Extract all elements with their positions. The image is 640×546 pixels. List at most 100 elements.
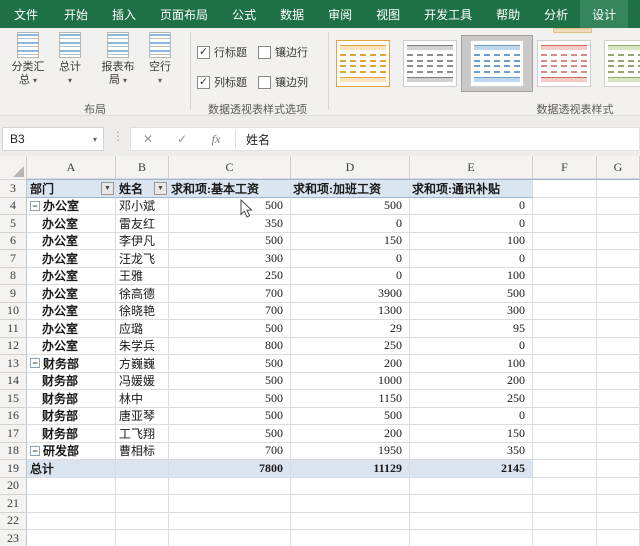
- grand-totals-button[interactable]: 总计 ▾: [48, 32, 92, 87]
- cell-base[interactable]: 800: [169, 337, 291, 355]
- collapse-icon[interactable]: −: [30, 445, 40, 456]
- cell[interactable]: [597, 302, 640, 320]
- cell[interactable]: [291, 512, 410, 530]
- cell[interactable]: [533, 180, 597, 198]
- cell-dept[interactable]: 办公室: [27, 232, 116, 250]
- cell-base[interactable]: 700: [169, 285, 291, 303]
- row-number[interactable]: 15: [0, 390, 27, 408]
- cell[interactable]: [533, 530, 597, 546]
- cell-overtime[interactable]: 250: [291, 337, 410, 355]
- cell[interactable]: [291, 477, 410, 495]
- cell-d3-sum-overtime[interactable]: 求和项:加班工资: [291, 180, 410, 198]
- cell[interactable]: [597, 337, 640, 355]
- cell[interactable]: [597, 442, 640, 460]
- cell[interactable]: [27, 477, 116, 495]
- cell[interactable]: [533, 390, 597, 408]
- row-number[interactable]: 16: [0, 407, 27, 425]
- row-number[interactable]: 6: [0, 232, 27, 250]
- insert-function-icon[interactable]: fx: [199, 132, 233, 147]
- cell-overtime[interactable]: 29: [291, 320, 410, 338]
- cell-base[interactable]: 700: [169, 442, 291, 460]
- cell-base[interactable]: 300: [169, 250, 291, 268]
- cell-overtime[interactable]: 500: [291, 407, 410, 425]
- row-number[interactable]: 19: [0, 460, 27, 478]
- cell[interactable]: [597, 355, 640, 373]
- row-number[interactable]: 5: [0, 215, 27, 233]
- cell-base[interactable]: 500: [169, 232, 291, 250]
- cell[interactable]: [597, 460, 640, 478]
- cell-base[interactable]: 500: [169, 372, 291, 390]
- tab-insert[interactable]: 插入: [100, 0, 148, 28]
- filter-dropdown-icon[interactable]: ▼: [101, 181, 114, 195]
- cell-allowance[interactable]: 0: [410, 215, 533, 233]
- cell-name[interactable]: 汪龙飞: [116, 250, 169, 268]
- cell-base[interactable]: 500: [169, 425, 291, 443]
- cell-base[interactable]: 500: [169, 197, 291, 215]
- tab-view[interactable]: 视图: [364, 0, 412, 28]
- cell[interactable]: [27, 495, 116, 513]
- cell-allowance[interactable]: 100: [410, 267, 533, 285]
- cell[interactable]: [597, 425, 640, 443]
- cell-dept[interactable]: − 办公室: [27, 197, 116, 215]
- cell-name[interactable]: 朱学兵: [116, 337, 169, 355]
- row-number[interactable]: 22: [0, 512, 27, 530]
- cell[interactable]: [597, 407, 640, 425]
- cell-base[interactable]: 500: [169, 355, 291, 373]
- banded-columns-checkbox[interactable]: 镶边列: [258, 74, 308, 90]
- cell-allowance[interactable]: 100: [410, 355, 533, 373]
- cell-overtime[interactable]: 1300: [291, 302, 410, 320]
- cell[interactable]: [169, 495, 291, 513]
- cell-d19-total-overtime[interactable]: 11129: [291, 460, 410, 478]
- cell-dept[interactable]: − 财务部: [27, 355, 116, 373]
- cell[interactable]: [533, 302, 597, 320]
- cell-overtime[interactable]: 3900: [291, 285, 410, 303]
- tab-page-layout[interactable]: 页面布局: [148, 0, 220, 28]
- column-header-g[interactable]: G: [597, 156, 640, 179]
- cell[interactable]: [597, 267, 640, 285]
- cell[interactable]: [410, 495, 533, 513]
- cell[interactable]: [169, 477, 291, 495]
- cell-overtime[interactable]: 0: [291, 250, 410, 268]
- cell[interactable]: [533, 267, 597, 285]
- pivot-style-light-red[interactable]: [537, 40, 591, 87]
- cell[interactable]: [533, 215, 597, 233]
- row-number[interactable]: 11: [0, 320, 27, 338]
- cell-c19-total-base[interactable]: 7800: [169, 460, 291, 478]
- column-header-e[interactable]: E: [410, 156, 533, 179]
- cell[interactable]: [27, 512, 116, 530]
- report-layout-button[interactable]: 报表布 局 ▾: [96, 32, 140, 87]
- cell-overtime[interactable]: 1000: [291, 372, 410, 390]
- formula-bar-value[interactable]: 姓名: [238, 131, 270, 148]
- cell[interactable]: [533, 477, 597, 495]
- row-number[interactable]: 20: [0, 477, 27, 495]
- cell[interactable]: [597, 250, 640, 268]
- cell[interactable]: [597, 197, 640, 215]
- cell-allowance[interactable]: 0: [410, 337, 533, 355]
- cell-name[interactable]: 徐晓艳: [116, 302, 169, 320]
- cell[interactable]: [533, 355, 597, 373]
- tab-developer[interactable]: 开发工具: [412, 0, 484, 28]
- cell-overtime[interactable]: 0: [291, 215, 410, 233]
- cell-dept[interactable]: 财务部: [27, 425, 116, 443]
- row-number[interactable]: 4: [0, 197, 27, 215]
- cell-name[interactable]: 曹相标: [116, 442, 169, 460]
- row-headers-checkbox[interactable]: ✓ 行标题: [197, 44, 247, 60]
- row-number[interactable]: 3: [0, 180, 27, 198]
- row-number[interactable]: 18: [0, 442, 27, 460]
- cell-allowance[interactable]: 250: [410, 390, 533, 408]
- cell[interactable]: [27, 530, 116, 546]
- cell[interactable]: [169, 530, 291, 546]
- cell-allowance[interactable]: 350: [410, 442, 533, 460]
- cell-dept[interactable]: − 研发部: [27, 442, 116, 460]
- tab-home[interactable]: 开始: [52, 0, 100, 28]
- pivot-style-light-blue-selected[interactable]: [470, 40, 524, 87]
- cell-dept[interactable]: 办公室: [27, 320, 116, 338]
- cell-overtime[interactable]: 500: [291, 197, 410, 215]
- cell-allowance[interactable]: 0: [410, 250, 533, 268]
- cell-overtime[interactable]: 200: [291, 425, 410, 443]
- column-header-c[interactable]: C: [169, 156, 291, 179]
- cell[interactable]: [116, 512, 169, 530]
- cell-overtime[interactable]: 0: [291, 267, 410, 285]
- cell-dept[interactable]: 办公室: [27, 250, 116, 268]
- cell-e19-total-allowance[interactable]: 2145: [410, 460, 533, 478]
